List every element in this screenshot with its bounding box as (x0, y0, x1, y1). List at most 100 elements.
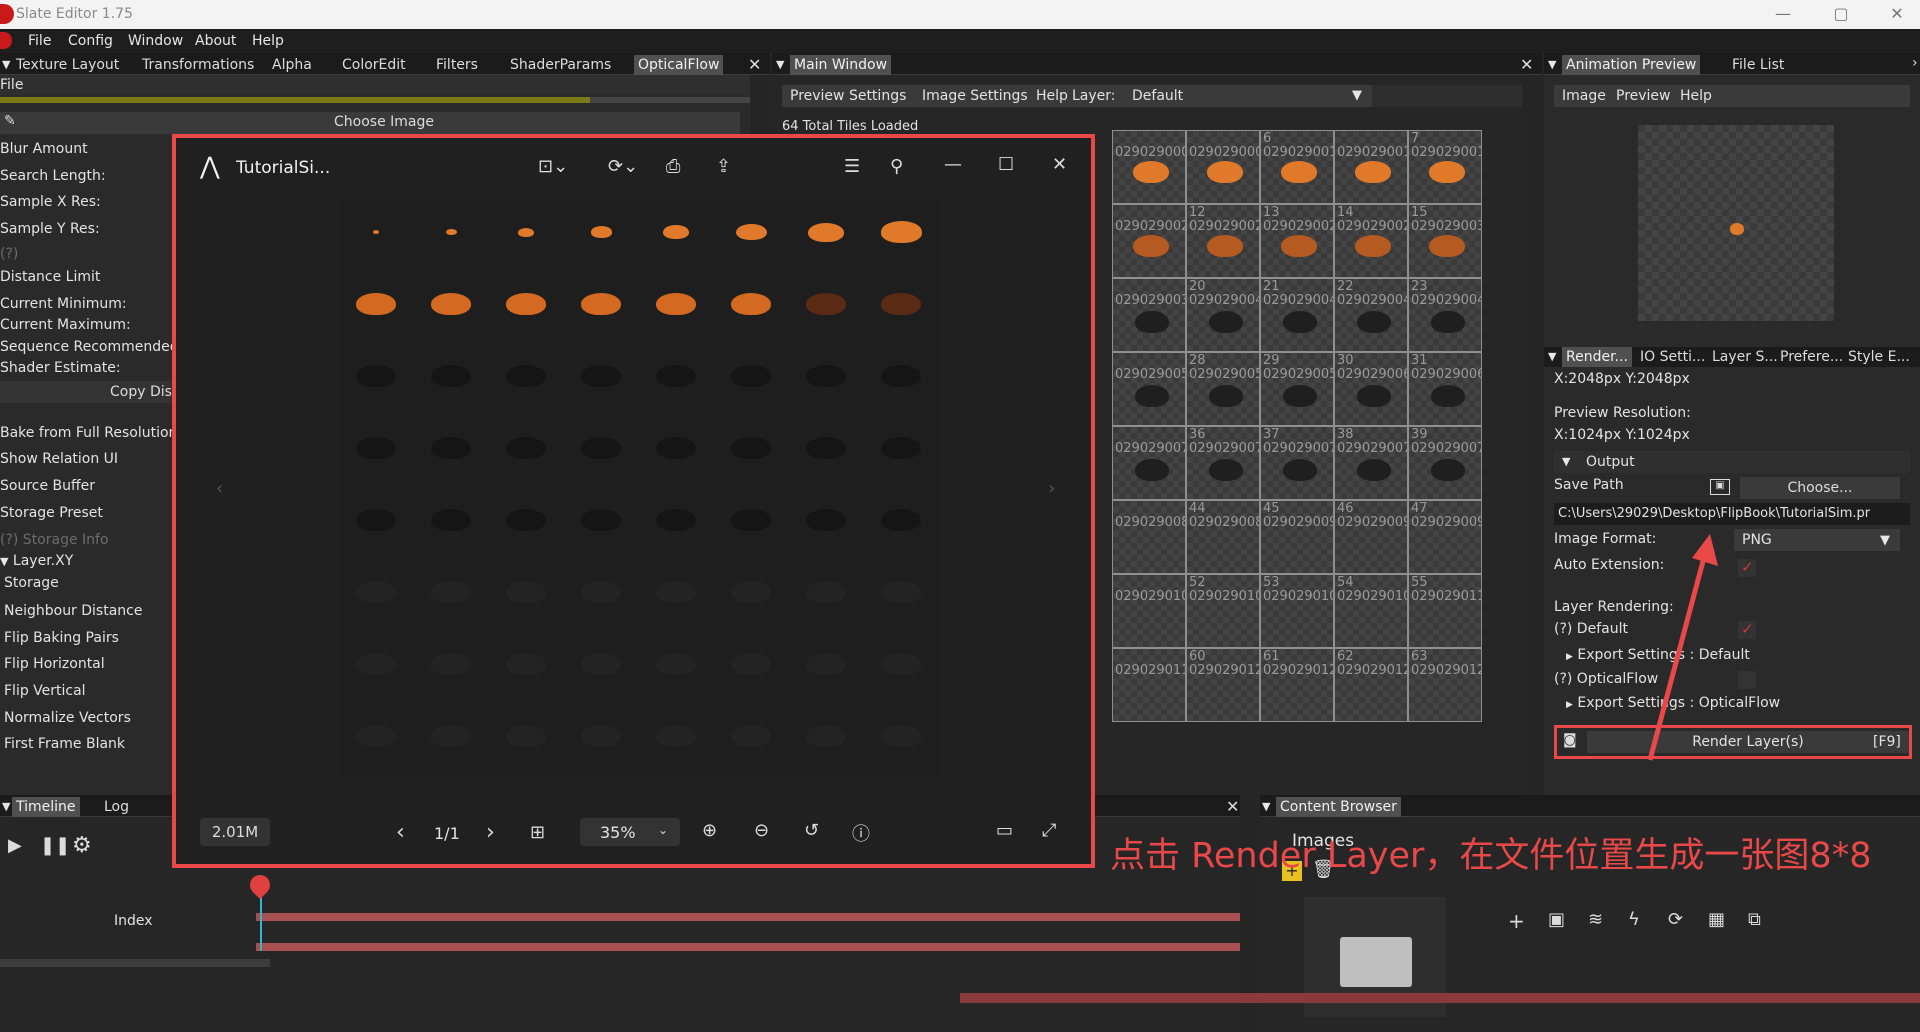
close-button[interactable]: ✕ (1874, 2, 1920, 26)
zoom-select[interactable]: 35% ⌄ (580, 818, 680, 846)
tile-cell[interactable]: 210290290043 (1260, 278, 1334, 352)
tile-cell[interactable]: 130290290027 (1260, 204, 1334, 278)
tile-cell[interactable]: 360290290073 (1186, 426, 1260, 500)
layer-search-input[interactable] (1372, 85, 1522, 107)
fullscreen-icon[interactable]: ⤢ (1042, 820, 1056, 841)
rotate-icon[interactable]: ↺ (804, 820, 819, 841)
menu-window[interactable]: Window (128, 33, 183, 49)
tile-cell[interactable]: 610290290123 (1260, 648, 1334, 722)
tile-cell[interactable]: 520290290105 (1186, 574, 1260, 648)
collapse-triangle-icon[interactable]: ▼ (776, 58, 784, 71)
tile-cell[interactable]: 300290290061 (1334, 352, 1408, 426)
tab-coloredit[interactable]: ColorEdit (338, 55, 410, 75)
tile-cell[interactable]: 0290290039 (1112, 278, 1186, 352)
tile-cell[interactable]: 600290290121 (1186, 648, 1260, 722)
output-section[interactable]: ▼ Output (1554, 451, 1910, 473)
camera-icon[interactable]: ◙ (1563, 732, 1577, 748)
collapse-triangle-icon[interactable]: ▼ (1548, 350, 1556, 363)
plus-icon[interactable]: + (1508, 909, 1525, 933)
previous-image-icon[interactable]: ‹ (216, 478, 223, 499)
menu-icon[interactable]: ☰ (844, 156, 860, 177)
tab-shaderparams[interactable]: ShaderParams (506, 55, 615, 75)
filmstrip-icon[interactable]: ▭ (996, 820, 1013, 841)
preview-menu-preview[interactable]: Preview (1616, 88, 1671, 104)
viewer-minimize-icon[interactable]: — (944, 154, 962, 175)
crop-icon[interactable]: ⟳⌄ (608, 156, 638, 177)
pause-icon[interactable]: ❚❚ (40, 835, 70, 856)
tab-render[interactable]: Render... (1562, 347, 1632, 367)
tile-cell[interactable]: 280290290057 (1186, 352, 1260, 426)
tile-cell[interactable]: 630290290127 (1408, 648, 1482, 722)
zoom-out-icon[interactable]: ⊖ (754, 820, 769, 841)
tab-file-list[interactable]: File List (1728, 55, 1788, 75)
tab-io-settings[interactable]: IO Setti... (1636, 347, 1709, 367)
tile-cell[interactable]: 140290290029 (1334, 204, 1408, 278)
tab-preferences[interactable]: Prefere... (1776, 347, 1847, 367)
prev-page-icon[interactable]: ‹ (396, 820, 405, 845)
tab-style-editor[interactable]: Style E... (1844, 347, 1914, 367)
help-menu[interactable]: Help (1036, 88, 1068, 104)
tile-cell[interactable]: 470290290095 (1408, 500, 1482, 574)
layer-select[interactable]: Default (1132, 88, 1183, 104)
choose-image-button[interactable]: ✎ Choose Image (0, 112, 740, 134)
viewer-close-icon[interactable]: ✕ (1052, 154, 1067, 175)
tab-texture-layout[interactable]: Texture Layout (12, 55, 123, 75)
menu-file[interactable]: File (28, 33, 51, 49)
grid-icon[interactable]: ▦ (1708, 909, 1725, 930)
chevron-down-icon[interactable]: ▼ (1352, 88, 1362, 103)
copy-icon[interactable]: ⧉ (1748, 909, 1761, 930)
edit-image-icon[interactable]: ⊡⌄ (538, 156, 568, 177)
collapse-triangle-icon[interactable]: ▼ (2, 800, 10, 813)
tile-cell[interactable]: 60290290010 (1260, 130, 1334, 204)
pin-icon[interactable]: ⚲ (890, 156, 903, 177)
menu-config[interactable]: Config (68, 33, 113, 49)
tile-cell[interactable]: 0290290008 (1186, 130, 1260, 204)
tab-content-browser[interactable]: Content Browser (1276, 797, 1401, 817)
tile-cell[interactable]: 0290290013 (1334, 130, 1408, 204)
menu-about[interactable]: About (195, 33, 236, 49)
tile-cell[interactable]: 310290290063 (1408, 352, 1482, 426)
render-layers-button[interactable]: Render Layer(s) (1587, 731, 1909, 753)
tab-log[interactable]: Log (100, 797, 133, 817)
actual-size-icon[interactable]: ⊞ (530, 822, 545, 843)
menu-help[interactable]: Help (252, 33, 284, 49)
tile-cell[interactable]: 0290290055 (1112, 352, 1186, 426)
tile-cell[interactable]: 0290290071 (1112, 426, 1186, 500)
play-icon[interactable]: ▶ (8, 835, 22, 856)
tile-cell[interactable]: 530290290107 (1260, 574, 1334, 648)
tile-cell[interactable]: 200290290041 (1186, 278, 1260, 352)
tile-cell[interactable]: 0290290119 (1112, 648, 1186, 722)
collapse-triangle-icon[interactable]: ▼ (2, 58, 10, 71)
tab-timeline[interactable]: Timeline (12, 797, 80, 817)
tab-animation-preview[interactable]: Animation Preview (1562, 55, 1701, 75)
gear-icon[interactable]: ⚙ (72, 833, 92, 858)
tab-main-window[interactable]: Main Window (790, 55, 892, 75)
tab-opticalflow[interactable]: OpticalFlow (634, 55, 724, 75)
tile-cell[interactable]: 540290290109 (1334, 574, 1408, 648)
bolt-icon[interactable]: ϟ (1628, 909, 1640, 930)
tile-cell[interactable]: 0290290007 (1112, 130, 1186, 204)
default-layer-checkbox[interactable]: ✓ (1738, 620, 1756, 639)
collapse-triangle-icon[interactable]: ▼ (1548, 58, 1556, 71)
tile-cell[interactable]: 460290290093 (1334, 500, 1408, 574)
save-icon[interactable]: ▣ (1548, 909, 1565, 930)
tile-cell[interactable]: 440290290089 (1186, 500, 1260, 574)
auto-extension-checkbox[interactable]: ✓ (1738, 558, 1756, 577)
share-icon[interactable]: ⇪ (716, 156, 731, 177)
tab-filters[interactable]: Filters (432, 55, 482, 75)
help-hint[interactable]: (?) (0, 246, 18, 262)
info-icon[interactable]: ⓘ (852, 820, 870, 846)
close-tab-icon[interactable]: ✕ (1226, 797, 1239, 816)
save-path-input[interactable]: C:\Users\29029\Desktop\FlipBook\Tutorial… (1554, 503, 1910, 525)
layer-xy-section[interactable]: ▼ Layer.XY (0, 553, 73, 569)
preview-menu-help[interactable]: Help (1680, 88, 1712, 104)
image-format-select[interactable]: PNG ▼ (1734, 529, 1900, 551)
viewer-maximize-icon[interactable]: ☐ (998, 154, 1014, 175)
tab-alpha[interactable]: Alpha (268, 55, 316, 75)
tab-layer-settings[interactable]: Layer S... (1708, 347, 1782, 367)
tile-cell[interactable]: 70290290015 (1408, 130, 1482, 204)
tile-cell[interactable]: 120290290025 (1186, 204, 1260, 278)
opticalflow-layer-checkbox[interactable] (1738, 671, 1756, 689)
tile-cell[interactable]: 0290290087 (1112, 500, 1186, 574)
print-icon[interactable]: ⎙ (666, 156, 680, 177)
